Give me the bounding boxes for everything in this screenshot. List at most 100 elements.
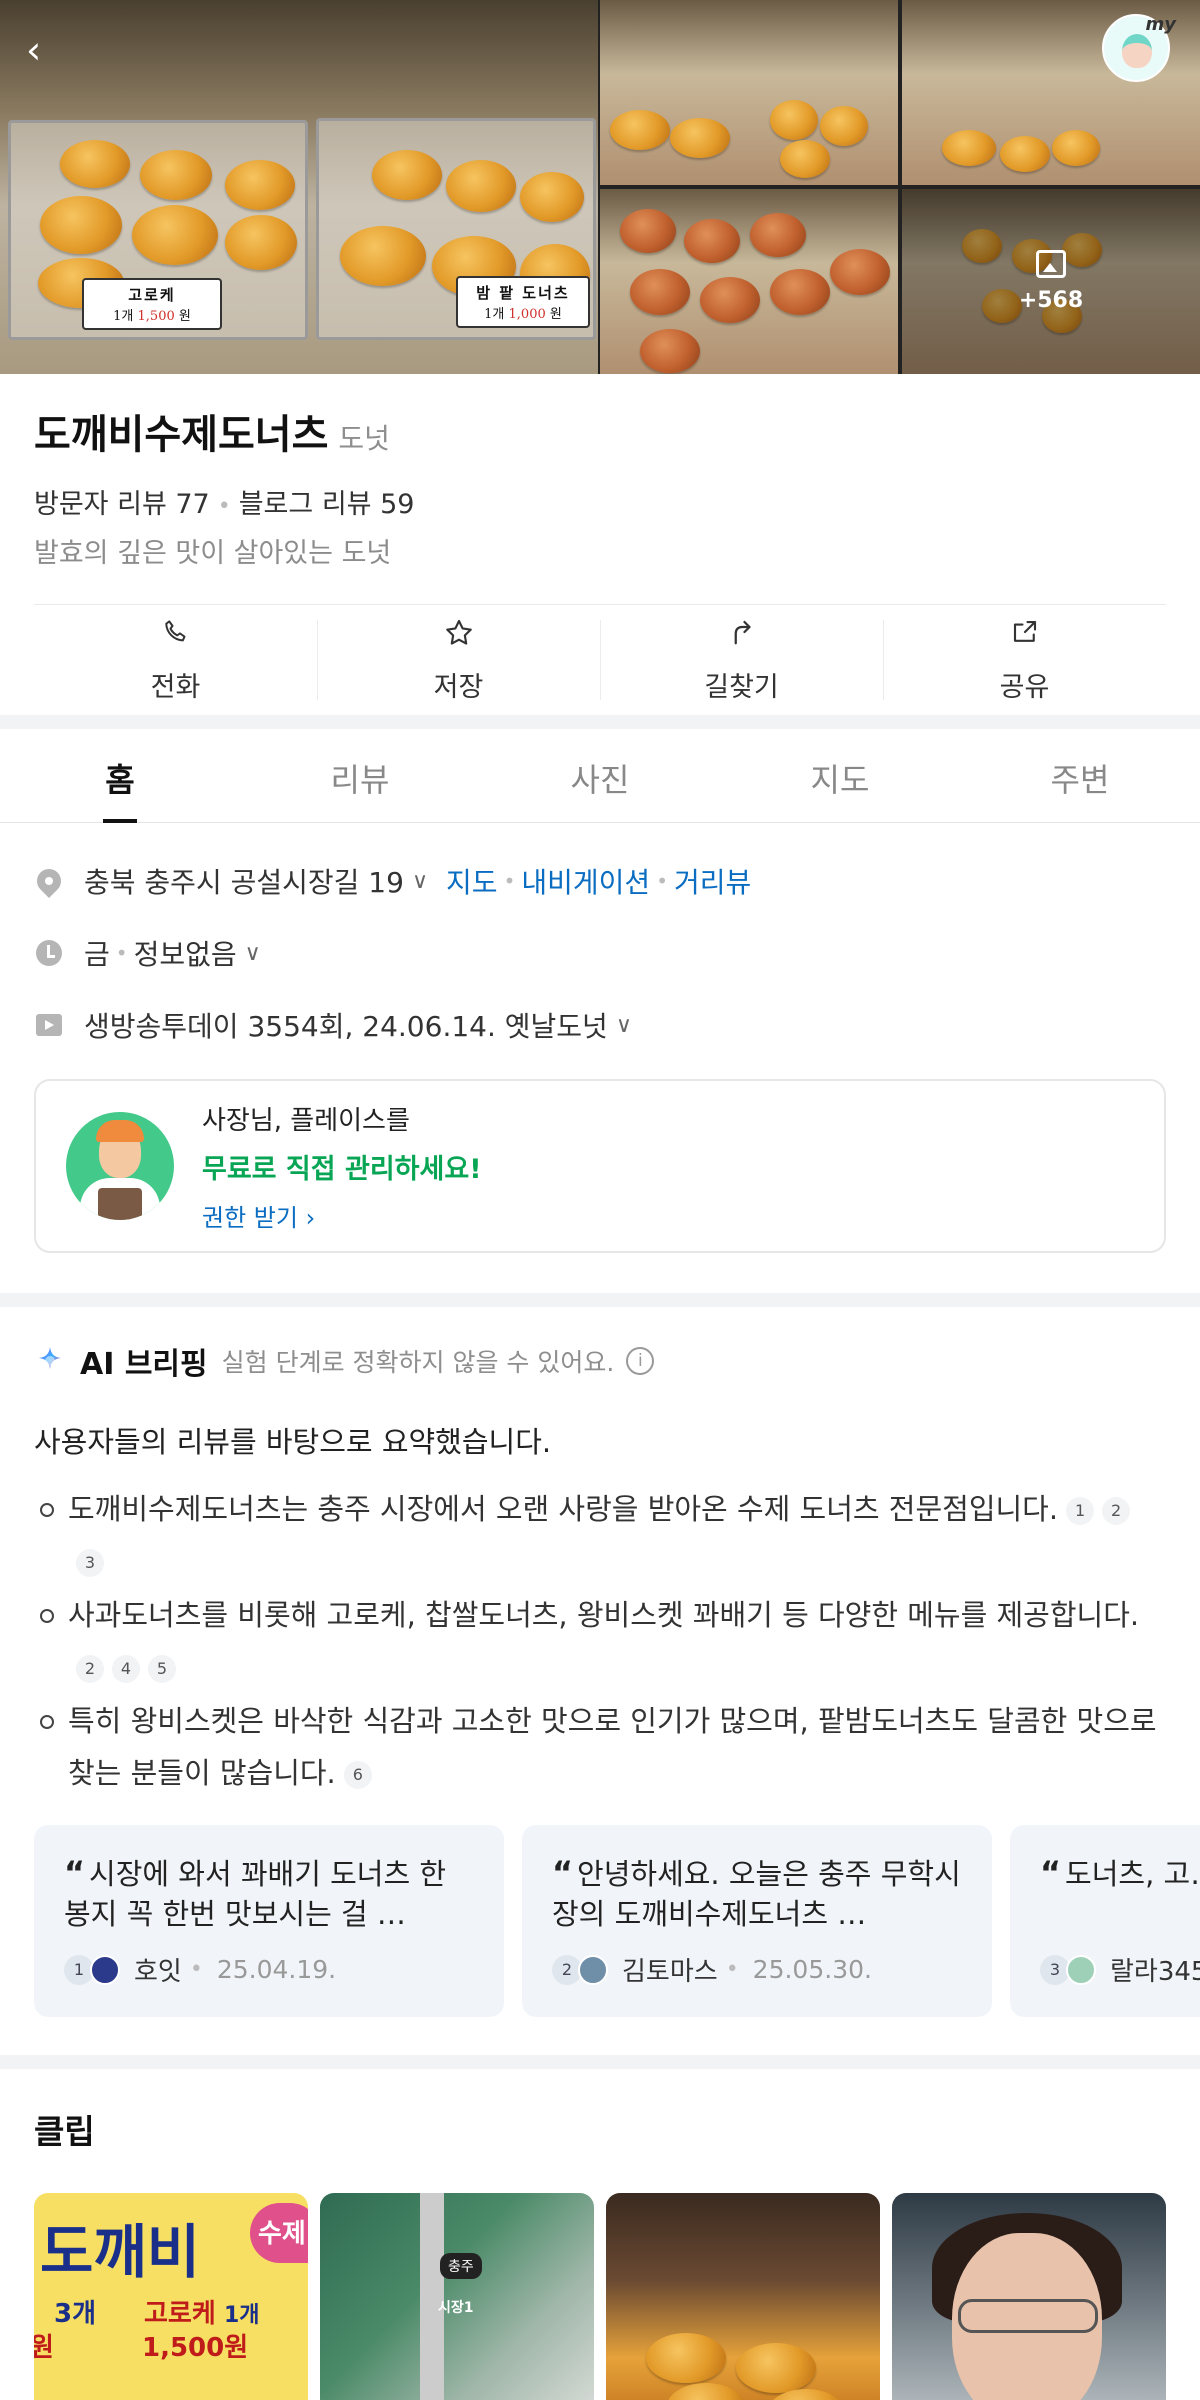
donut bbox=[40, 196, 122, 254]
reference-badge[interactable]: 2 bbox=[1102, 1497, 1131, 1525]
tv-row[interactable]: 생방송투데이 3554회, 24.06.14. 옛날도넛 ∨ bbox=[34, 989, 1166, 1061]
donut bbox=[684, 219, 740, 263]
donut bbox=[736, 2343, 816, 2393]
clip-thumb[interactable]: 도깨비 수제 3개 고로케 1개 1,500원 원 bbox=[34, 2193, 308, 2400]
reference-badge[interactable]: 4 bbox=[112, 1655, 140, 1683]
share-button[interactable]: 공유 bbox=[883, 614, 1166, 706]
call-button[interactable]: 전화 bbox=[34, 614, 317, 706]
tab-photo[interactable]: 사진 bbox=[480, 729, 720, 822]
tab-nearby[interactable]: 주변 bbox=[960, 729, 1200, 822]
owner-promo-card[interactable]: 사장님, 플레이스를 무료로 직접 관리하세요! 권한 받기 › bbox=[34, 1079, 1166, 1253]
donut bbox=[700, 277, 760, 323]
reviewer-name: 김토마스 bbox=[622, 1957, 718, 1987]
action-label: 길찾기 bbox=[704, 671, 779, 703]
hours-row[interactable]: 금 • 정보없음 ∨ bbox=[34, 917, 1166, 989]
separator-dot: • bbox=[115, 941, 128, 965]
separator-dot: • bbox=[189, 1957, 203, 1982]
review-card[interactable]: “시장에 와서 꽈배기 도너츠 한 봉지 꼭 한번 맛보시는 걸 … 1 호잇 •… bbox=[34, 1825, 504, 2017]
price-card-name: 고로케 bbox=[128, 286, 176, 304]
review-quote: “도너츠, 고… 효도 잘되어… bbox=[1040, 1853, 1200, 1933]
street-view-link[interactable]: 거리뷰 bbox=[674, 861, 751, 901]
photo-thumb[interactable]: my bbox=[902, 0, 1200, 185]
tab-review[interactable]: 리뷰 bbox=[240, 729, 480, 822]
reviewer-avatar bbox=[90, 1954, 120, 1985]
navigation-link[interactable]: 내비게이션 bbox=[521, 861, 650, 901]
ai-briefing: AI 브리핑 실험 단계로 정확하지 않을 수 있어요. i 사용자들의 리뷰를… bbox=[0, 1307, 1200, 1799]
price-card-name: 밤 팥 도너츠 bbox=[476, 284, 570, 302]
my-label: my bbox=[1145, 14, 1177, 35]
quote-mark-icon: “ bbox=[1040, 1854, 1062, 1892]
chevron-down-icon[interactable]: ∨ bbox=[412, 869, 428, 894]
review-meta: 2 김토마스 • 25.05.30. bbox=[552, 1951, 962, 1988]
clip-thumb[interactable]: 충주 시장1 bbox=[320, 2193, 594, 2400]
chevron-down-icon[interactable]: ∨ bbox=[616, 1013, 632, 1038]
photo-thumb-more[interactable]: +568 bbox=[902, 189, 1200, 374]
review-card-carousel[interactable]: “시장에 와서 꽈배기 도너츠 한 봉지 꼭 한번 맛보시는 걸 … 1 호잇 •… bbox=[0, 1825, 1200, 2017]
chevron-down-icon[interactable]: ∨ bbox=[245, 941, 261, 966]
donut bbox=[610, 110, 670, 150]
reviewer-name: 호잇 bbox=[134, 1957, 182, 1987]
reference-badge[interactable]: 2 bbox=[76, 1655, 104, 1683]
photo-gallery[interactable]: 고로케 1개 1,500 원 밤 팥 도너츠 1개 1,000 원 ‹ my +… bbox=[0, 0, 1200, 374]
owner-promo-line2: 무료로 직접 관리하세요! bbox=[202, 1153, 482, 1185]
hours-day: 금 bbox=[84, 938, 110, 971]
phone-icon bbox=[161, 617, 191, 657]
claim-permission-label: 권한 받기 bbox=[202, 1203, 298, 1232]
claim-permission-link[interactable]: 권한 받기 › bbox=[202, 1198, 482, 1233]
clip-carousel[interactable]: 도깨비 수제 3개 고로케 1개 1,500원 원 충주 시장1 bbox=[34, 2193, 1166, 2400]
clip-thumb[interactable] bbox=[606, 2193, 880, 2400]
hours-status: 정보없음 bbox=[133, 938, 237, 971]
more-photos-overlay[interactable]: +568 bbox=[902, 189, 1200, 374]
main-photo[interactable]: 고로케 1개 1,500 원 밤 팥 도너츠 1개 1,000 원 ‹ bbox=[0, 0, 598, 374]
donut bbox=[140, 150, 212, 200]
ai-summary-text: 도깨비수제도너츠는 충주 시장에서 오랜 사랑을 받아온 수제 도너츠 전문점입… bbox=[68, 1492, 1059, 1526]
more-photos-count: +568 bbox=[1018, 288, 1084, 313]
ai-sparkle-icon bbox=[39, 1347, 61, 1369]
review-card[interactable]: “안녕하세요. 오늘은 충주 무학시장의 도깨비수제도너츠 … 2 김토마스 • 2… bbox=[522, 1825, 992, 2017]
place-tagline: 발효의 깊은 맛이 살아있는 도넛 bbox=[34, 538, 392, 569]
info-icon[interactable]: i bbox=[626, 1347, 655, 1375]
map-link[interactable]: 지도 bbox=[446, 861, 498, 901]
tab-map[interactable]: 지도 bbox=[720, 729, 960, 822]
ai-summary-text: 특히 왕비스켓은 바삭한 식감과 고소한 맛으로 인기가 많으며, 팥밤도너츠도… bbox=[68, 1704, 1157, 1790]
ai-summary-item: 특히 왕비스켓은 바삭한 식감과 고소한 맛으로 인기가 많으며, 팥밤도너츠도… bbox=[34, 1695, 1166, 1799]
review-quote: “안녕하세요. 오늘은 충주 무학시장의 도깨비수제도너츠 … bbox=[552, 1853, 962, 1933]
back-arrow-icon[interactable]: ‹ bbox=[26, 28, 66, 72]
clip-sign-text: 도깨비 bbox=[40, 2218, 201, 2286]
address-text[interactable]: 충북 충주시 공설시장길 19 bbox=[84, 861, 404, 901]
donut bbox=[132, 205, 218, 265]
clip-sign-text: 1개 bbox=[224, 2303, 260, 2328]
review-quote-text: 시장에 와서 꽈배기 도너츠 한 봉지 꼭 한번 맛보시는 걸 … bbox=[64, 1857, 447, 1931]
directions-button[interactable]: 길찾기 bbox=[600, 614, 883, 706]
clip-sign-text: 고로케 bbox=[144, 2299, 216, 2329]
reference-badge[interactable]: 1 bbox=[1066, 1497, 1095, 1525]
photo-thumb[interactable] bbox=[600, 0, 898, 185]
visitor-reviews-link[interactable]: 방문자 리뷰 77 bbox=[34, 489, 210, 520]
save-button[interactable]: 저장 bbox=[317, 614, 600, 706]
section-divider bbox=[0, 715, 1200, 729]
tab-home[interactable]: 홈 bbox=[0, 729, 240, 822]
action-label: 공유 bbox=[999, 671, 1050, 703]
reviewer-avatar bbox=[1066, 1954, 1096, 1985]
price-qty: 1개 bbox=[484, 307, 505, 322]
separator-dot: • bbox=[656, 869, 668, 893]
reference-badge[interactable]: 6 bbox=[343, 1761, 372, 1789]
clip-thumb[interactable] bbox=[892, 2193, 1166, 2400]
price-qty: 1개 bbox=[113, 309, 134, 324]
my-avatar-icon[interactable]: my bbox=[1102, 14, 1176, 82]
blog-reviews-link[interactable]: 블로그 리뷰 59 bbox=[239, 489, 415, 520]
donut bbox=[630, 269, 690, 315]
photo-thumb[interactable] bbox=[600, 189, 898, 374]
section-divider bbox=[0, 1293, 1200, 1307]
donut bbox=[670, 118, 730, 158]
review-card[interactable]: “도너츠, 고… 효도 잘되어… 3 랄라345 bbox=[1010, 1825, 1200, 2017]
reference-badge[interactable]: 3 bbox=[76, 1549, 104, 1577]
reference-badge[interactable]: 5 bbox=[148, 1655, 176, 1683]
chevron-right-icon: › bbox=[305, 1203, 316, 1232]
clip-sign-text: 시장1 bbox=[438, 2300, 474, 2316]
ai-intro: 사용자들의 리뷰를 바탕으로 요약했습니다. bbox=[34, 1425, 552, 1459]
price-card-redbean: 밤 팥 도너츠 1개 1,000 원 bbox=[456, 276, 590, 328]
clip-title: 클립 bbox=[34, 2112, 95, 2151]
address-row: 충북 충주시 공설시장길 19 ∨ 지도 • 내비게이션 • 거리뷰 bbox=[32, 845, 1166, 917]
donut bbox=[225, 215, 297, 270]
